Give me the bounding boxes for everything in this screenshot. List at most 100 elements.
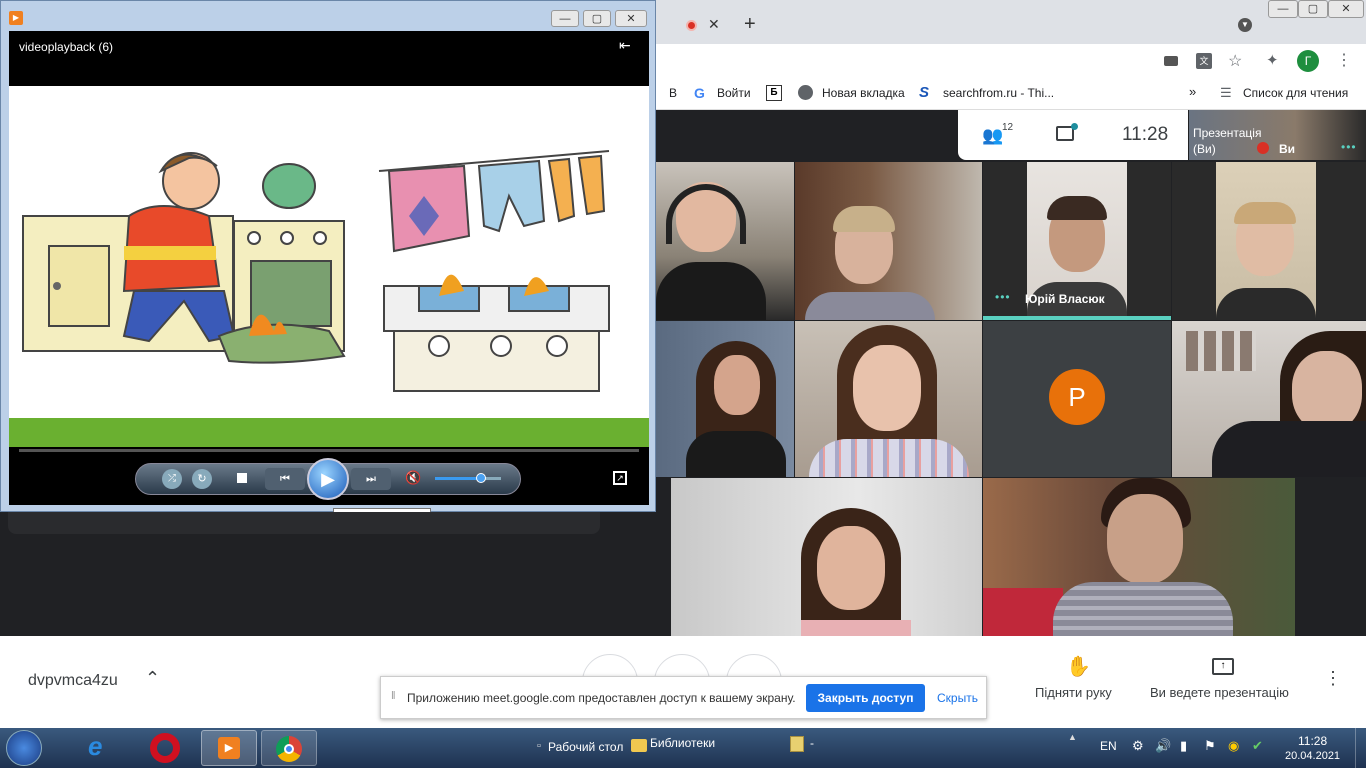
raise-hand-icon[interactable]: ✋ <box>1066 654 1091 679</box>
bookmark-login[interactable]: Войти <box>717 86 751 100</box>
participant-shirt <box>1212 421 1366 477</box>
windows-taskbar: e ▶ ▫ Рабочий стол Библиотеки - ▲ EN ⚙ 🔊… <box>0 728 1366 768</box>
taskbar-clock[interactable]: 11:28 <box>1298 734 1327 748</box>
speaking-indicator <box>983 316 1171 320</box>
recording-dot-icon <box>686 20 697 31</box>
bookmark-v[interactable]: В <box>669 86 677 100</box>
participant-hair <box>833 206 895 232</box>
raise-hand-label[interactable]: Підняти руку <box>1035 685 1112 700</box>
fullscreen-icon[interactable]: ↗ <box>613 471 627 485</box>
player-minimize-button[interactable]: — <box>551 10 579 27</box>
more-options-icon[interactable]: ⋮ <box>1324 668 1342 689</box>
participant-shirt <box>656 262 766 320</box>
participant-shirt <box>801 620 911 636</box>
stop-share-button[interactable]: Закрыть доступ <box>806 684 925 712</box>
bookmark-searchfrom[interactable]: searchfrom.ru - Thi... <box>943 86 1054 100</box>
ie-icon[interactable]: e <box>88 731 102 762</box>
chrome-icon <box>276 736 302 762</box>
participant-tile[interactable] <box>795 162 982 320</box>
presenting-label[interactable]: Ви ведете презентацію <box>1150 685 1289 700</box>
chat-notification-dot <box>1071 123 1078 130</box>
reading-list[interactable]: Список для чтения <box>1243 86 1348 100</box>
participant-face <box>714 355 760 415</box>
tab-close-icon[interactable]: ✕ <box>708 16 720 33</box>
more-dots-icon: ••• <box>1341 140 1357 154</box>
participant-tile[interactable] <box>795 321 982 477</box>
chrome-taskbar-button[interactable] <box>261 730 317 766</box>
tab-search-icon[interactable]: ▼ <box>1238 18 1252 32</box>
participant-tile[interactable] <box>656 162 794 320</box>
network-tray-icon[interactable]: ⚙ <box>1132 738 1144 754</box>
player-close-button[interactable]: ✕ <box>615 10 647 27</box>
player-maximize-button[interactable]: ▢ <box>583 10 611 27</box>
participant-tile[interactable] <box>983 478 1295 636</box>
signal-tray-icon[interactable]: ▮ <box>1180 738 1187 754</box>
camera-icon[interactable] <box>1164 56 1178 66</box>
app-tray-icon[interactable]: ◉ <box>1228 738 1239 754</box>
play-button[interactable]: ▶ <box>307 458 349 500</box>
cartoon-illustration <box>9 150 649 447</box>
participant-tile-avatar[interactable]: Р <box>983 321 1171 477</box>
next-icon[interactable]: ⏭ <box>351 468 391 490</box>
muted-icon <box>1257 142 1269 154</box>
bookmark-new-tab[interactable]: Новая вкладка <box>822 86 905 100</box>
chrome-icon-center <box>284 744 294 754</box>
player-app-icon: ▶ <box>9 11 23 25</box>
maximize-button[interactable]: ▢ <box>1298 0 1328 18</box>
close-window-button[interactable]: ✕ <box>1328 0 1364 18</box>
menu-icon[interactable]: ⋮ <box>1336 50 1352 70</box>
new-tab-button[interactable]: + <box>744 13 756 36</box>
minimize-button[interactable]: — <box>1268 0 1298 18</box>
show-desktop-button[interactable] <box>1355 728 1366 768</box>
participant-tile[interactable] <box>671 478 982 636</box>
people-icon[interactable]: 👥 <box>982 126 1003 146</box>
seek-bar[interactable] <box>19 449 639 452</box>
desktop-toolbar-arrow[interactable]: ▫ <box>537 740 541 752</box>
media-player-taskbar-button[interactable]: ▶ <box>201 730 257 766</box>
taskbar-date[interactable]: 20.04.2021 <box>1285 750 1340 762</box>
translate-icon[interactable]: 文 <box>1196 53 1212 69</box>
desktop-toolbar[interactable]: Рабочий стол <box>548 740 623 754</box>
libraries-toolbar[interactable]: Библиотеки <box>650 736 715 750</box>
participant-tile[interactable] <box>656 321 794 477</box>
language-indicator[interactable]: EN <box>1100 739 1117 753</box>
bookmarks-more[interactable]: » <box>1189 84 1196 99</box>
start-button[interactable] <box>6 730 42 766</box>
participant-avatar: Р <box>1049 369 1105 425</box>
previous-icon[interactable]: ⏮ <box>265 468 305 490</box>
wall-photos <box>1186 331 1256 371</box>
repeat-icon[interactable]: ↻ <box>192 469 212 489</box>
dash-item[interactable]: - <box>810 736 814 750</box>
participant-hair <box>1234 202 1296 224</box>
presentation-you-2: Ви <box>1279 142 1296 156</box>
stop-icon[interactable] <box>237 473 247 483</box>
profile-avatar[interactable]: Г <box>1297 50 1319 72</box>
participant-tile[interactable] <box>1172 162 1366 320</box>
update-tray-icon[interactable]: ✔ <box>1252 738 1263 754</box>
extensions-icon[interactable]: ✦ <box>1266 51 1279 69</box>
mute-icon[interactable]: 🔇 <box>405 470 421 486</box>
tray-expand-icon[interactable]: ▲ <box>1068 732 1077 742</box>
star-icon[interactable]: ☆ <box>1228 51 1242 71</box>
participant-face <box>1292 351 1362 431</box>
participant-tile[interactable] <box>1172 321 1366 477</box>
volume-slider[interactable] <box>435 473 501 483</box>
flag-tray-icon[interactable]: ⚑ <box>1204 738 1216 754</box>
switch-view-icon[interactable]: ⇤ <box>619 37 631 54</box>
drag-handle-icon[interactable]: ‖ <box>391 690 396 702</box>
hide-button[interactable]: Скрыть <box>937 691 978 705</box>
participant-video <box>1216 162 1316 320</box>
b-icon: Б <box>766 85 782 101</box>
presentation-thumbnail[interactable]: Презентація (Ви) Ви ••• <box>1189 110 1366 160</box>
media-player-window: ▶ — ▢ ✕ videoplayback (6) ⇤ ⤮ ↻ ⏮ ▶ ⏭ 🔇 … <box>0 0 656 512</box>
meeting-code[interactable]: dvpvmca4zu <box>28 672 118 690</box>
participant-hair <box>1047 196 1107 220</box>
shuffle-icon[interactable]: ⤮ <box>162 469 182 489</box>
present-icon[interactable]: ↑ <box>1212 658 1234 675</box>
chevron-up-icon[interactable]: ⌃ <box>145 668 160 689</box>
participant-shirt <box>809 439 969 477</box>
opera-icon[interactable] <box>150 733 180 763</box>
volume-tray-icon[interactable]: 🔊 <box>1155 738 1171 754</box>
participant-tile-yurii[interactable]: ••• Юрій Власюк <box>983 162 1171 320</box>
globe-icon <box>798 85 813 100</box>
